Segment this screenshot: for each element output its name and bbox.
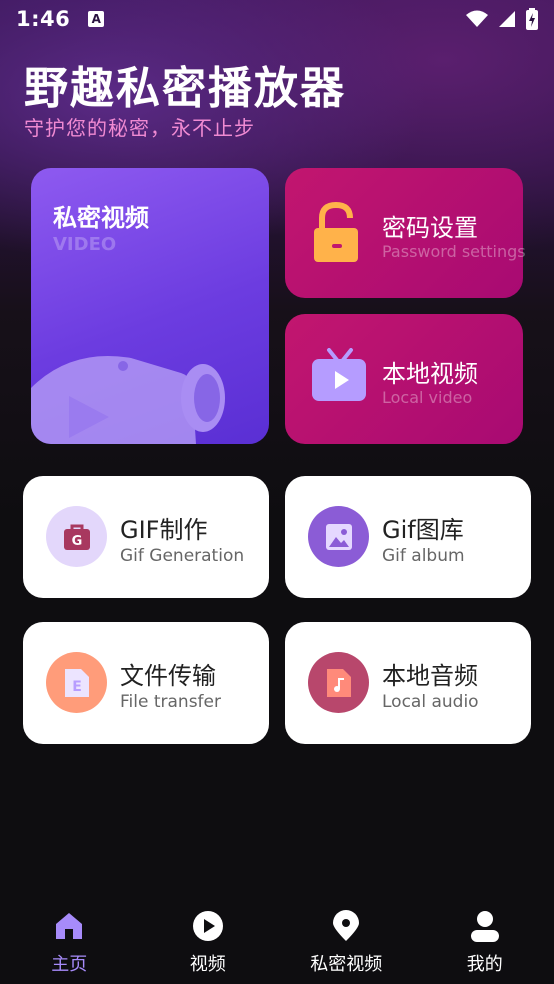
tab-home-label: 主页 bbox=[51, 954, 88, 975]
lock-icon bbox=[314, 202, 358, 262]
private-video-subtitle: VIDEO bbox=[53, 234, 117, 255]
tab-mine[interactable]: 我的 bbox=[416, 900, 554, 984]
play-icon bbox=[192, 911, 223, 941]
gif-album-icon bbox=[308, 506, 369, 567]
gif-album-card[interactable]: Gif图库 Gif album bbox=[285, 476, 531, 598]
tab-home[interactable]: 主页 bbox=[0, 900, 139, 984]
local-audio-label: 本地音频 bbox=[382, 662, 478, 690]
private-video-card[interactable]: 私密视频 VIDEO bbox=[31, 168, 269, 444]
local-audio-sublabel: Local audio bbox=[382, 692, 479, 712]
password-settings-label: 密码设置 bbox=[382, 214, 478, 242]
password-settings-sublabel: Password settings bbox=[382, 242, 526, 261]
local-audio-card[interactable]: 本地音频 Local audio bbox=[285, 622, 531, 744]
file-transfer-card[interactable]: E 文件传输 File transfer bbox=[23, 622, 269, 744]
svg-text:E: E bbox=[72, 679, 82, 695]
password-settings-card[interactable]: 密码设置 Password settings bbox=[285, 168, 526, 298]
local-video-card[interactable]: 本地视频 Local video bbox=[285, 314, 523, 444]
gif-make-sublabel: Gif Generation bbox=[120, 546, 245, 566]
tab-mine-label: 我的 bbox=[466, 954, 503, 975]
file-transfer-sublabel: File transfer bbox=[120, 692, 221, 712]
wifi-icon bbox=[466, 10, 488, 27]
svg-text:G: G bbox=[71, 534, 82, 549]
tv-icon bbox=[312, 348, 366, 401]
tab-private-video-label: 私密视频 bbox=[310, 954, 383, 975]
gif-make-card[interactable]: G GIF制作 Gif Generation bbox=[23, 476, 269, 598]
location-pin-icon bbox=[333, 910, 360, 941]
notification-icon: A bbox=[88, 11, 105, 27]
video-camera-icon bbox=[31, 356, 225, 444]
app-subtitle: 守护您的秘密，永不止步 bbox=[24, 116, 255, 140]
gif-album-label: Gif图库 bbox=[382, 516, 464, 544]
gif-make-icon: G bbox=[46, 506, 107, 567]
person-icon bbox=[470, 911, 499, 942]
home-icon bbox=[56, 913, 83, 939]
tab-video[interactable]: 视频 bbox=[139, 900, 278, 984]
signal-icon bbox=[499, 11, 515, 27]
local-audio-icon bbox=[308, 652, 369, 713]
file-transfer-icon: E bbox=[46, 652, 107, 713]
tab-video-label: 视频 bbox=[189, 954, 226, 975]
status-bar: 1:46 A bbox=[0, 0, 554, 38]
battery-icon bbox=[526, 8, 538, 30]
gif-album-sublabel: Gif album bbox=[382, 546, 465, 566]
app-title: 野趣私密播放器 bbox=[24, 63, 346, 114]
private-video-title: 私密视频 bbox=[53, 204, 149, 232]
tab-bar: 主页 视频 私密视频 我的 bbox=[0, 900, 554, 984]
local-video-sublabel: Local video bbox=[382, 388, 473, 407]
local-video-label: 本地视频 bbox=[382, 360, 478, 388]
status-time: 1:46 bbox=[16, 7, 71, 31]
file-transfer-label: 文件传输 bbox=[120, 662, 216, 690]
gif-make-label: GIF制作 bbox=[120, 516, 208, 544]
tab-private-video[interactable]: 私密视频 bbox=[277, 900, 416, 984]
